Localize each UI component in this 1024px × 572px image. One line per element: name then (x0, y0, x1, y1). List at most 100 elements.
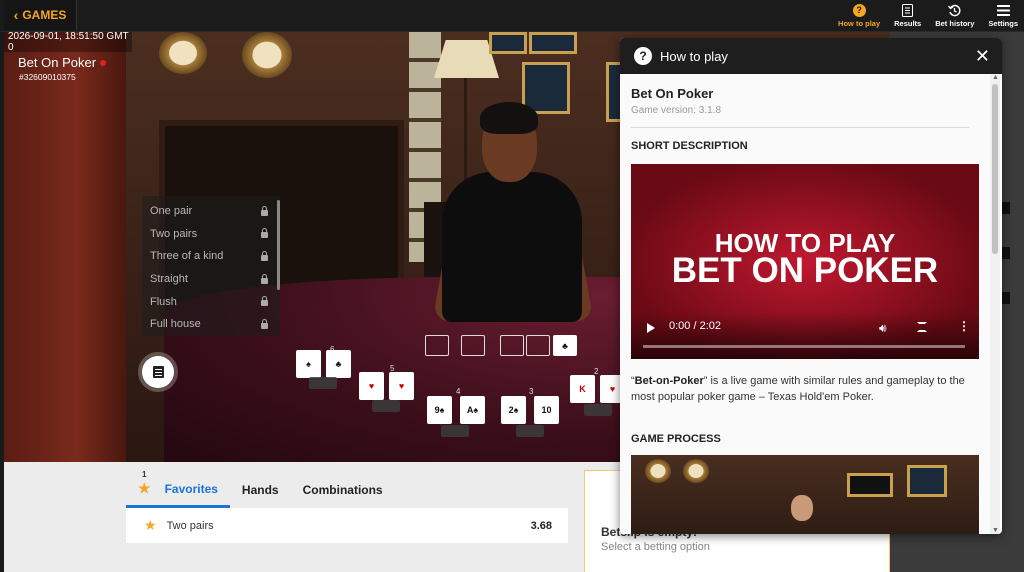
video-time: 0:00 / 2:02 (669, 320, 721, 332)
panel-scroll-thumb[interactable] (992, 84, 998, 254)
hands-list-item[interactable]: Three of a kind (142, 245, 280, 268)
hands-list-item[interactable]: Two pairs (142, 223, 280, 246)
hand-card: ♥ (389, 372, 414, 400)
hand-card: 9♠ (427, 396, 452, 424)
nav-label: How to play (838, 19, 881, 28)
hand-lock-badge (372, 400, 400, 412)
hand-card: 2♠ (501, 396, 526, 424)
star-icon[interactable]: ★ (144, 517, 157, 534)
betslip-subtitle: Select a betting option (601, 541, 710, 553)
bet-name: Two pairs (166, 519, 214, 532)
bet-tabs: ★ 1 Favorites Hands Combinations (126, 470, 395, 508)
play-icon[interactable] (647, 323, 655, 333)
scroll-down-icon[interactable]: ▼ (992, 527, 999, 534)
nav-label: Bet history (935, 19, 975, 28)
tab-combinations[interactable]: Combinations (291, 472, 395, 508)
game-title: Bet On Poker (18, 55, 107, 70)
help-icon: ? (852, 3, 866, 17)
top-bar: ‹ GAMES ? How to play Results Bet histor… (0, 0, 1024, 32)
short-description: “Bet-on-Poker” is a live game with simil… (631, 375, 965, 403)
hands-list-item[interactable]: Flush (142, 290, 280, 313)
volume-icon[interactable]: 🔊︎ (879, 321, 887, 336)
game-version: Game version: 3.1.8 (631, 105, 969, 128)
hands-list-item[interactable]: One pair (142, 200, 280, 223)
panel-body: Bet On Poker Game version: 3.1.8 SHORT D… (620, 74, 990, 534)
wall-clock (242, 32, 292, 78)
section-heading: SHORT DESCRIPTION (631, 140, 748, 152)
panel-header: ? How to play ✕ (620, 38, 1002, 74)
section-heading: GAME PROCESS (631, 433, 721, 445)
favorites-count: 1 (142, 470, 147, 479)
scroll-up-icon[interactable]: ▲ (992, 74, 999, 81)
video-title-line2: BET ON POKER (671, 251, 939, 290)
top-nav: ? How to play Results Bet history Settin… (838, 0, 1018, 30)
help-icon: ? (634, 47, 652, 65)
hand-card: K (570, 375, 595, 403)
board-card-slot (526, 335, 550, 356)
panel-game-title: Bet On Poker (631, 86, 714, 101)
favorite-bet-row[interactable]: ★ Two pairs 3.68 (126, 508, 568, 543)
video-progress-bar[interactable] (643, 345, 965, 348)
lock-icon (261, 318, 268, 329)
star-icon: ★ 1 (138, 470, 151, 496)
nav-label: Settings (988, 19, 1018, 28)
timestamp: 2026-09-01, 18:51:50 GMT 0 (4, 31, 132, 53)
games-back-button[interactable]: ‹ GAMES (4, 0, 77, 30)
hands-list-toggle-button[interactable] (142, 356, 174, 388)
picture-frame (529, 32, 577, 54)
nav-label: Results (894, 19, 922, 28)
hand-number: 3 (529, 387, 534, 396)
hands-list: One pair Two pairs Three of a kind Strai… (142, 196, 280, 336)
hand-lock-badge (584, 404, 612, 416)
board-card: ♣ (553, 335, 577, 356)
more-options-icon[interactable]: ⋮ (958, 319, 970, 333)
dealer (442, 172, 582, 322)
wall-clock (159, 32, 207, 74)
tab-favorites[interactable]: ★ 1 Favorites (126, 470, 230, 508)
hands-list-item[interactable]: Straight (142, 268, 280, 291)
nav-results[interactable]: Results (894, 0, 921, 28)
game-id: #32609010375 (19, 72, 76, 82)
games-label: GAMES (22, 8, 67, 22)
hand-lock-badge (309, 377, 337, 389)
history-icon (948, 3, 962, 17)
tutorial-video[interactable]: HOW TO PLAY BET ON POKER 0:00 / 2:02 🔊︎ … (631, 164, 979, 359)
hand-card: ♣ (326, 350, 351, 378)
game-process-image (631, 455, 979, 534)
bet-odds[interactable]: 3.68 (531, 520, 552, 532)
lock-icon (261, 205, 268, 216)
panel-title: How to play (660, 48, 728, 64)
fullscreen-icon[interactable] (917, 322, 927, 332)
how-to-play-panel: ? How to play ✕ Bet On Poker Game versio… (620, 38, 1002, 534)
hand-card: 10 (534, 396, 559, 424)
nav-bet-history[interactable]: Bet history (935, 0, 974, 28)
hands-list-item[interactable]: Full house (142, 313, 280, 336)
nav-how-to-play[interactable]: ? How to play (838, 0, 880, 28)
nav-settings[interactable]: Settings (988, 0, 1018, 28)
results-icon (901, 3, 915, 17)
hand-card: A♠ (460, 396, 485, 424)
live-dot-icon (100, 59, 107, 66)
lock-icon (261, 250, 268, 261)
video-controls: 0:00 / 2:02 🔊︎ ⋮ (631, 312, 979, 359)
lock-icon (261, 273, 268, 284)
menu-icon (996, 3, 1010, 17)
hand-lock-badge (516, 425, 544, 437)
close-icon[interactable]: ✕ (975, 47, 990, 65)
lock-icon (261, 296, 268, 307)
board-card-slot (425, 335, 449, 356)
hand-number: 4 (456, 387, 461, 396)
hand-card: ♥ (359, 372, 384, 400)
picture-frame (489, 32, 527, 54)
hand-number: 2 (594, 367, 599, 376)
board-card-slot (461, 335, 485, 356)
board-card-slot (500, 335, 524, 356)
hands-list-scrollbar[interactable] (277, 200, 280, 290)
panel-scrollbar[interactable]: ▲ ▼ (990, 74, 1000, 534)
tab-hands[interactable]: Hands (230, 472, 291, 508)
document-icon (152, 366, 164, 378)
hand-lock-badge (441, 425, 469, 437)
lock-icon (261, 228, 268, 239)
hand-card: ♠ (296, 350, 321, 378)
chevron-left-icon: ‹ (13, 7, 19, 23)
